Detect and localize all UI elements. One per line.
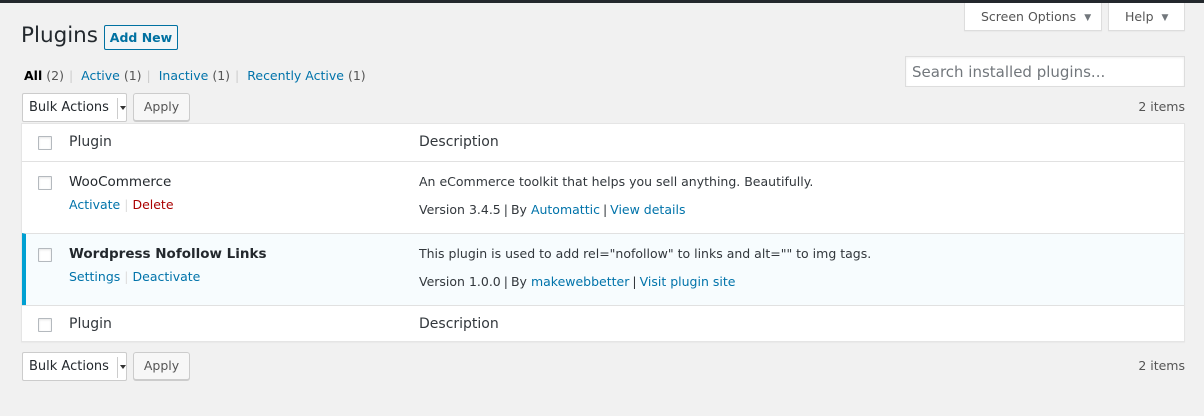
column-header-description: Description xyxy=(419,134,499,150)
items-count-top: 2 items xyxy=(1138,99,1185,114)
plugin-version-author: Version 3.4.5 | By Automattic | View details xyxy=(419,202,685,217)
select-arrow-icon xyxy=(117,98,126,119)
bulk-actions-selected: Bulk Actions xyxy=(29,100,109,115)
column-footer-plugin: Plugin xyxy=(69,316,112,332)
author-link[interactable]: Automattic xyxy=(531,202,600,217)
row-checkbox[interactable] xyxy=(38,248,52,262)
table-footer-row: Plugin Description xyxy=(22,305,1184,342)
filter-recently-active-count: (1) xyxy=(347,68,366,83)
row-checkbox[interactable] xyxy=(38,176,52,190)
author-link[interactable]: makewebbetter xyxy=(531,274,629,289)
action-separator: | xyxy=(124,269,129,284)
plugin-description: An eCommerce toolkit that helps you sell… xyxy=(419,174,814,189)
table-row-active: Wordpress Nofollow Links Settings | Deacti… xyxy=(22,233,1184,305)
filter-active-link[interactable]: Active xyxy=(81,68,120,83)
plugin-status-filters: All (2) | Active (1) | Inactive (1) | Recen… xyxy=(24,68,366,83)
view-details-link[interactable]: View details xyxy=(610,202,685,217)
visit-plugin-site-link[interactable]: Visit plugin site xyxy=(640,274,736,289)
filter-separator: | xyxy=(235,68,240,83)
meta-separator: | xyxy=(503,274,508,289)
column-footer-description: Description xyxy=(419,316,499,332)
meta-separator: | xyxy=(503,202,508,217)
select-all-checkbox[interactable] xyxy=(38,136,52,150)
plugins-table: Plugin Description WooCommerce Activate |… xyxy=(21,123,1185,342)
caret-down-icon: ▼ xyxy=(1084,13,1092,23)
settings-link[interactable]: Settings xyxy=(69,269,120,284)
plugin-version-author: Version 1.0.0 | By makewebbetter | Visit plu… xyxy=(419,274,735,289)
bulk-actions-selected: Bulk Actions xyxy=(29,359,109,374)
help-button[interactable]: Help ▼ xyxy=(1108,3,1185,31)
meta-separator: | xyxy=(602,202,608,217)
page-title: Plugins xyxy=(21,23,99,48)
meta-separator: | xyxy=(632,274,637,289)
table-header-row: Plugin Description xyxy=(22,124,1184,162)
delete-link[interactable]: Delete xyxy=(132,197,173,212)
plugin-name: WooCommerce xyxy=(69,174,172,190)
filter-separator: | xyxy=(146,68,151,83)
add-new-button[interactable]: Add New xyxy=(104,25,178,50)
by-label: By xyxy=(510,202,527,217)
caret-down-icon: ▼ xyxy=(1161,13,1169,23)
filter-active-count: (1) xyxy=(123,68,142,83)
filter-inactive-count: (1) xyxy=(212,68,231,83)
screen-options-label: Screen Options xyxy=(981,9,1077,24)
plugin-version: Version 1.0.0 xyxy=(419,274,501,289)
action-separator: | xyxy=(124,197,129,212)
search-plugins-input[interactable] xyxy=(905,56,1185,87)
filter-all-count: (2) xyxy=(46,68,64,83)
column-header-plugin: Plugin xyxy=(69,134,112,150)
row-actions: Settings | Deactivate xyxy=(69,269,200,284)
filter-inactive-link[interactable]: Inactive xyxy=(159,68,209,83)
filter-all-link[interactable]: All xyxy=(24,68,42,83)
plugin-name: Wordpress Nofollow Links xyxy=(69,246,267,262)
table-row: WooCommerce Activate | Delete An eCommerce… xyxy=(22,161,1184,233)
bulk-actions-select-bottom[interactable]: Bulk Actions xyxy=(22,352,127,381)
filter-separator: | xyxy=(68,68,74,83)
select-arrow-icon xyxy=(117,357,126,378)
screen-options-button[interactable]: Screen Options ▼ xyxy=(964,3,1102,31)
items-count-bottom: 2 items xyxy=(1138,358,1185,373)
apply-button-bottom[interactable]: Apply xyxy=(133,352,190,380)
select-all-checkbox-footer[interactable] xyxy=(38,318,52,332)
filter-recently-active-link[interactable]: Recently Active xyxy=(247,68,344,83)
deactivate-link[interactable]: Deactivate xyxy=(133,269,201,284)
plugin-description: This plugin is used to add rel="nofollow… xyxy=(419,246,872,261)
by-label: By xyxy=(510,274,527,289)
bulk-actions-select-top[interactable]: Bulk Actions xyxy=(22,93,127,122)
row-actions: Activate | Delete xyxy=(69,197,174,212)
activate-link[interactable]: Activate xyxy=(69,197,120,212)
apply-button-top[interactable]: Apply xyxy=(133,93,190,121)
help-label: Help xyxy=(1125,9,1154,24)
plugin-version: Version 3.4.5 xyxy=(419,202,501,217)
